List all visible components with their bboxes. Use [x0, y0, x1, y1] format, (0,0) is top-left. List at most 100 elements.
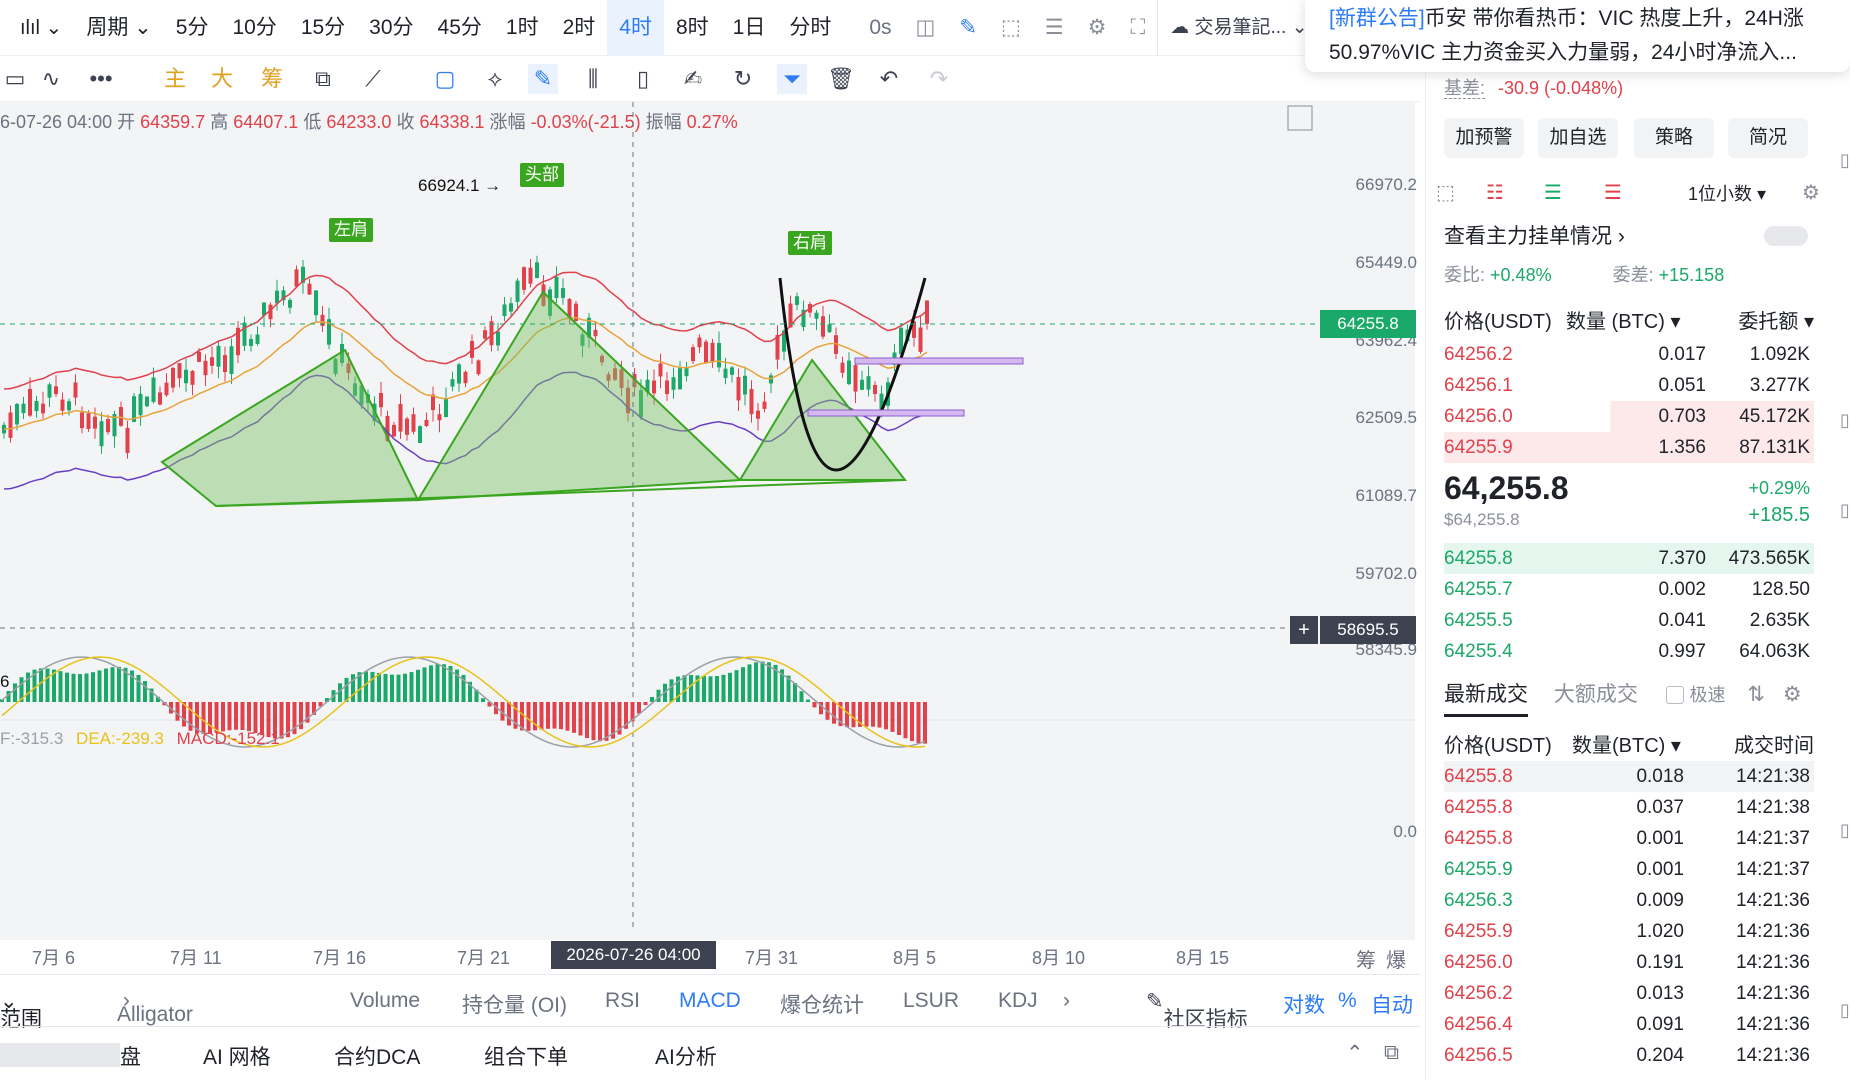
battery-icon[interactable]: ▯ — [628, 64, 658, 94]
liq-corner-label[interactable]: 爆 — [1386, 944, 1406, 973]
main-indicator-button[interactable]: 主 — [160, 64, 190, 94]
wave-icon[interactable]: ∿ — [36, 64, 66, 94]
fast-checkbox[interactable] — [1665, 686, 1684, 705]
big-indicator-button[interactable]: 大 — [207, 64, 237, 94]
chevron-right-icon[interactable]: › — [1063, 989, 1070, 1013]
side-icon[interactable]: ▯ — [1840, 1000, 1850, 1021]
main-orders-link[interactable]: 查看主力挂单情况 › — [1444, 220, 1625, 250]
note-icon[interactable]: ✍ — [678, 64, 708, 94]
add-alert-icon[interactable]: + — [1290, 616, 1318, 644]
percent-toggle[interactable]: % — [1338, 989, 1357, 1013]
trade-qty-header[interactable]: 数量(BTC) ▾ — [1572, 729, 1681, 758]
candle-tool-icon[interactable]: ⫼ — [578, 64, 608, 94]
trade-row[interactable]: 64256.5 0.204 14:21:36 — [1444, 1040, 1814, 1071]
more-icon[interactable]: ••• — [86, 64, 116, 94]
ruler-icon[interactable]: ⟡ — [480, 64, 510, 94]
tab-oi[interactable]: 持仓量 (OI) — [462, 989, 567, 1019]
popout-icon[interactable]: ⧉ — [1384, 1041, 1399, 1065]
trade-row[interactable]: 64255.9 0.001 14:21:37 — [1444, 854, 1814, 885]
side-icon[interactable]: ▯ — [1840, 500, 1850, 521]
magnet-icon[interactable]: ↻ — [728, 64, 758, 94]
bid-row[interactable]: 64255.7 0.002 128.50 — [1444, 574, 1814, 605]
pip-icon[interactable]: ⬚ — [1436, 180, 1455, 205]
interval-30m[interactable]: 30分 — [357, 0, 425, 56]
line-tool-icon[interactable]: ⟋ — [358, 64, 388, 94]
trade-row[interactable]: 64255.8 0.037 14:21:38 — [1444, 792, 1814, 823]
sort-icon[interactable]: ⇅ — [1747, 683, 1765, 706]
bid-row[interactable]: 64255.5 0.041 2.635K — [1444, 605, 1814, 636]
rect-tool-icon[interactable]: ▢ — [430, 64, 460, 94]
interval-2h[interactable]: 2时 — [551, 0, 608, 56]
footer-dca[interactable]: 合约DCA — [334, 1041, 420, 1071]
side-icon[interactable]: ▯ — [1840, 410, 1850, 431]
announcement-toast[interactable]: [新群公告]币安 带你看热币：VIC 热度上升，24H涨 50.97%VIC 主… — [1305, 0, 1850, 72]
interval-45m[interactable]: 45分 — [426, 0, 494, 56]
range-dropdown[interactable]: 范围 ⌄ — [0, 989, 42, 1031]
gear-icon[interactable]: ⚙ — [1783, 683, 1802, 706]
tab-liq-stats[interactable]: 爆仓统计 — [780, 989, 864, 1019]
footer-item[interactable]: 盘 — [120, 1041, 141, 1071]
chip-indicator-button[interactable]: 筹 — [257, 64, 287, 94]
settings-icon[interactable]: ⚙ — [1076, 0, 1119, 56]
footer-ai-analysis[interactable]: AI分析 — [655, 1041, 717, 1071]
ask-row[interactable]: 64256.0 0.703 45.172K — [1444, 401, 1814, 432]
community-indicators[interactable]: ✎ 社区指标 — [1146, 989, 1248, 1031]
alligator-tab[interactable]: Alligator › — [117, 989, 193, 1026]
undo-icon[interactable]: ↶ — [874, 64, 904, 94]
tab-volume[interactable]: Volume — [350, 989, 420, 1013]
period-dropdown[interactable]: 周期 ⌄ — [74, 0, 163, 56]
crop-icon[interactable]: ⬚ — [989, 0, 1033, 56]
trash-icon[interactable]: 🗑 — [826, 64, 856, 94]
bid-row[interactable]: 64255.4 0.997 64.063K — [1444, 636, 1814, 667]
side-icon[interactable]: ▯ — [1840, 820, 1850, 841]
bid-row[interactable]: 64255.8 7.370 473.565K — [1444, 543, 1814, 574]
filter-icon[interactable]: ⏷ — [777, 64, 807, 94]
footer-ai-grid[interactable]: AI 网格 — [203, 1041, 271, 1071]
chevron-up-icon[interactable]: ⌃ — [1346, 1041, 1364, 1066]
ask-row[interactable]: 64256.1 0.051 3.277K — [1444, 370, 1814, 401]
fullscreen-icon[interactable]: ⛶ — [1118, 0, 1157, 56]
main-orders-toggle[interactable] — [1764, 226, 1808, 246]
chip-corner-label[interactable]: 筹 — [1356, 944, 1376, 973]
trade-row[interactable]: 64255.8 0.001 14:21:37 — [1444, 823, 1814, 854]
tab-kdj[interactable]: KDJ — [998, 989, 1038, 1013]
trade-row[interactable]: 64256.3 0.009 14:21:36 — [1444, 885, 1814, 916]
book-both-icon[interactable]: ☷ — [1486, 180, 1504, 205]
tab-latest-trades[interactable]: 最新成交 — [1444, 683, 1528, 717]
decimals-dropdown[interactable]: 1位小数 ▾ — [1688, 180, 1766, 206]
interval-timeshare[interactable]: 分时 — [777, 0, 843, 56]
chart-type-button[interactable]: ılıl ⌄ — [0, 0, 74, 56]
ob-amount-header[interactable]: 委托额 ▾ — [1738, 305, 1814, 334]
settings-icon[interactable]: ⚙ — [1802, 180, 1820, 205]
camera-icon[interactable]: ◫ — [904, 0, 948, 56]
log-toggle[interactable]: 对数 — [1283, 989, 1325, 1019]
side-icon[interactable]: ▯ — [1840, 150, 1850, 171]
add-watchlist-button[interactable]: 加自选 — [1538, 118, 1618, 158]
pen-icon[interactable]: ✎ — [947, 0, 989, 56]
tab-macd[interactable]: MACD — [679, 989, 741, 1013]
interval-4h[interactable]: 4时 — [607, 0, 664, 56]
trade-row[interactable]: 64256.2 0.013 14:21:36 — [1444, 978, 1814, 1009]
redo-icon[interactable]: ↷ — [924, 64, 954, 94]
footer-combo-order[interactable]: 组合下单 — [484, 1041, 568, 1071]
interval-1h[interactable]: 1时 — [494, 0, 551, 56]
indicator-list-icon[interactable]: ☰ — [1033, 0, 1076, 56]
interval-15m[interactable]: 15分 — [289, 0, 357, 56]
ask-row[interactable]: 64256.2 0.017 1.092K — [1444, 339, 1814, 370]
interval-5m[interactable]: 5分 — [164, 0, 221, 56]
auto-toggle[interactable]: 自动 — [1371, 989, 1413, 1019]
interval-10m[interactable]: 10分 — [220, 0, 288, 56]
interval-1d[interactable]: 1日 — [721, 0, 778, 56]
notes-dropdown[interactable]: ☁ 交易筆記... ⌄ — [1157, 0, 1319, 56]
trade-row[interactable]: 64256.4 0.091 14:21:36 — [1444, 1009, 1814, 1040]
tab-big-trades[interactable]: 大额成交 — [1554, 683, 1638, 706]
layout-icon[interactable]: ▭ — [0, 64, 30, 94]
interval-8h[interactable]: 8时 — [664, 0, 721, 56]
trade-row[interactable]: 64255.8 0.018 14:21:38 — [1444, 761, 1814, 792]
trade-row[interactable]: 64256.0 0.191 14:21:36 — [1444, 947, 1814, 978]
tab-rsi[interactable]: RSI — [605, 989, 640, 1013]
book-asks-icon[interactable]: ☰ — [1604, 180, 1622, 205]
book-bids-icon[interactable]: ☰ — [1544, 180, 1562, 205]
copy-icon[interactable]: ⧉ — [308, 64, 338, 94]
ob-qty-header[interactable]: 数量 (BTC) ▾ — [1566, 305, 1681, 334]
